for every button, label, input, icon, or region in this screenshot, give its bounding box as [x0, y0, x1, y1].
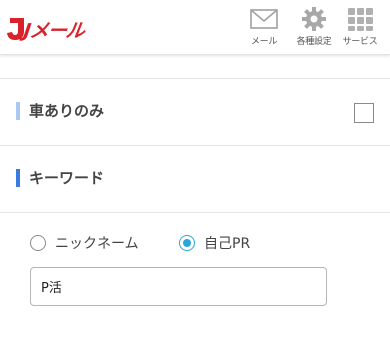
- nav-settings-label: 各種設定: [296, 37, 332, 47]
- nav-service-button[interactable]: サービス: [338, 6, 382, 52]
- car-only-title: 車ありのみ: [16, 100, 104, 122]
- divider: [0, 78, 390, 79]
- nav-mail-label: メール: [250, 37, 278, 47]
- car-only-label: 車ありのみ: [29, 102, 105, 120]
- divider: [0, 145, 390, 146]
- radio-nickname-circle[interactable]: [30, 235, 46, 251]
- radio-self-pr-circle[interactable]: [179, 235, 195, 251]
- keyword-title-label: キーワード: [29, 169, 105, 187]
- nav-settings-button[interactable]: 各種設定: [292, 6, 336, 52]
- radio-self-pr[interactable]: 自己PR: [179, 233, 250, 253]
- app-header: Jメール メール 各種設定 サービス: [0, 0, 390, 55]
- jmail-logo[interactable]: Jメール: [6, 12, 98, 46]
- nav-service-label: サービス: [342, 37, 378, 47]
- radio-nickname-label[interactable]: ニックネーム: [55, 233, 139, 253]
- keyword-input[interactable]: [30, 267, 327, 306]
- section-accent-bar: [16, 169, 20, 187]
- logo-text: Jメール: [22, 20, 86, 42]
- keyword-title: キーワード: [16, 167, 104, 189]
- gear-icon: [302, 7, 326, 31]
- section-accent-bar: [16, 102, 20, 120]
- car-only-checkbox[interactable]: [354, 103, 374, 123]
- envelope-icon: [250, 9, 278, 29]
- radio-nickname[interactable]: ニックネーム: [30, 233, 139, 253]
- nav-mail-button[interactable]: メール: [242, 6, 286, 52]
- radio-self-pr-label[interactable]: 自己PR: [204, 233, 250, 253]
- grid-icon: [348, 8, 373, 31]
- divider: [0, 212, 390, 213]
